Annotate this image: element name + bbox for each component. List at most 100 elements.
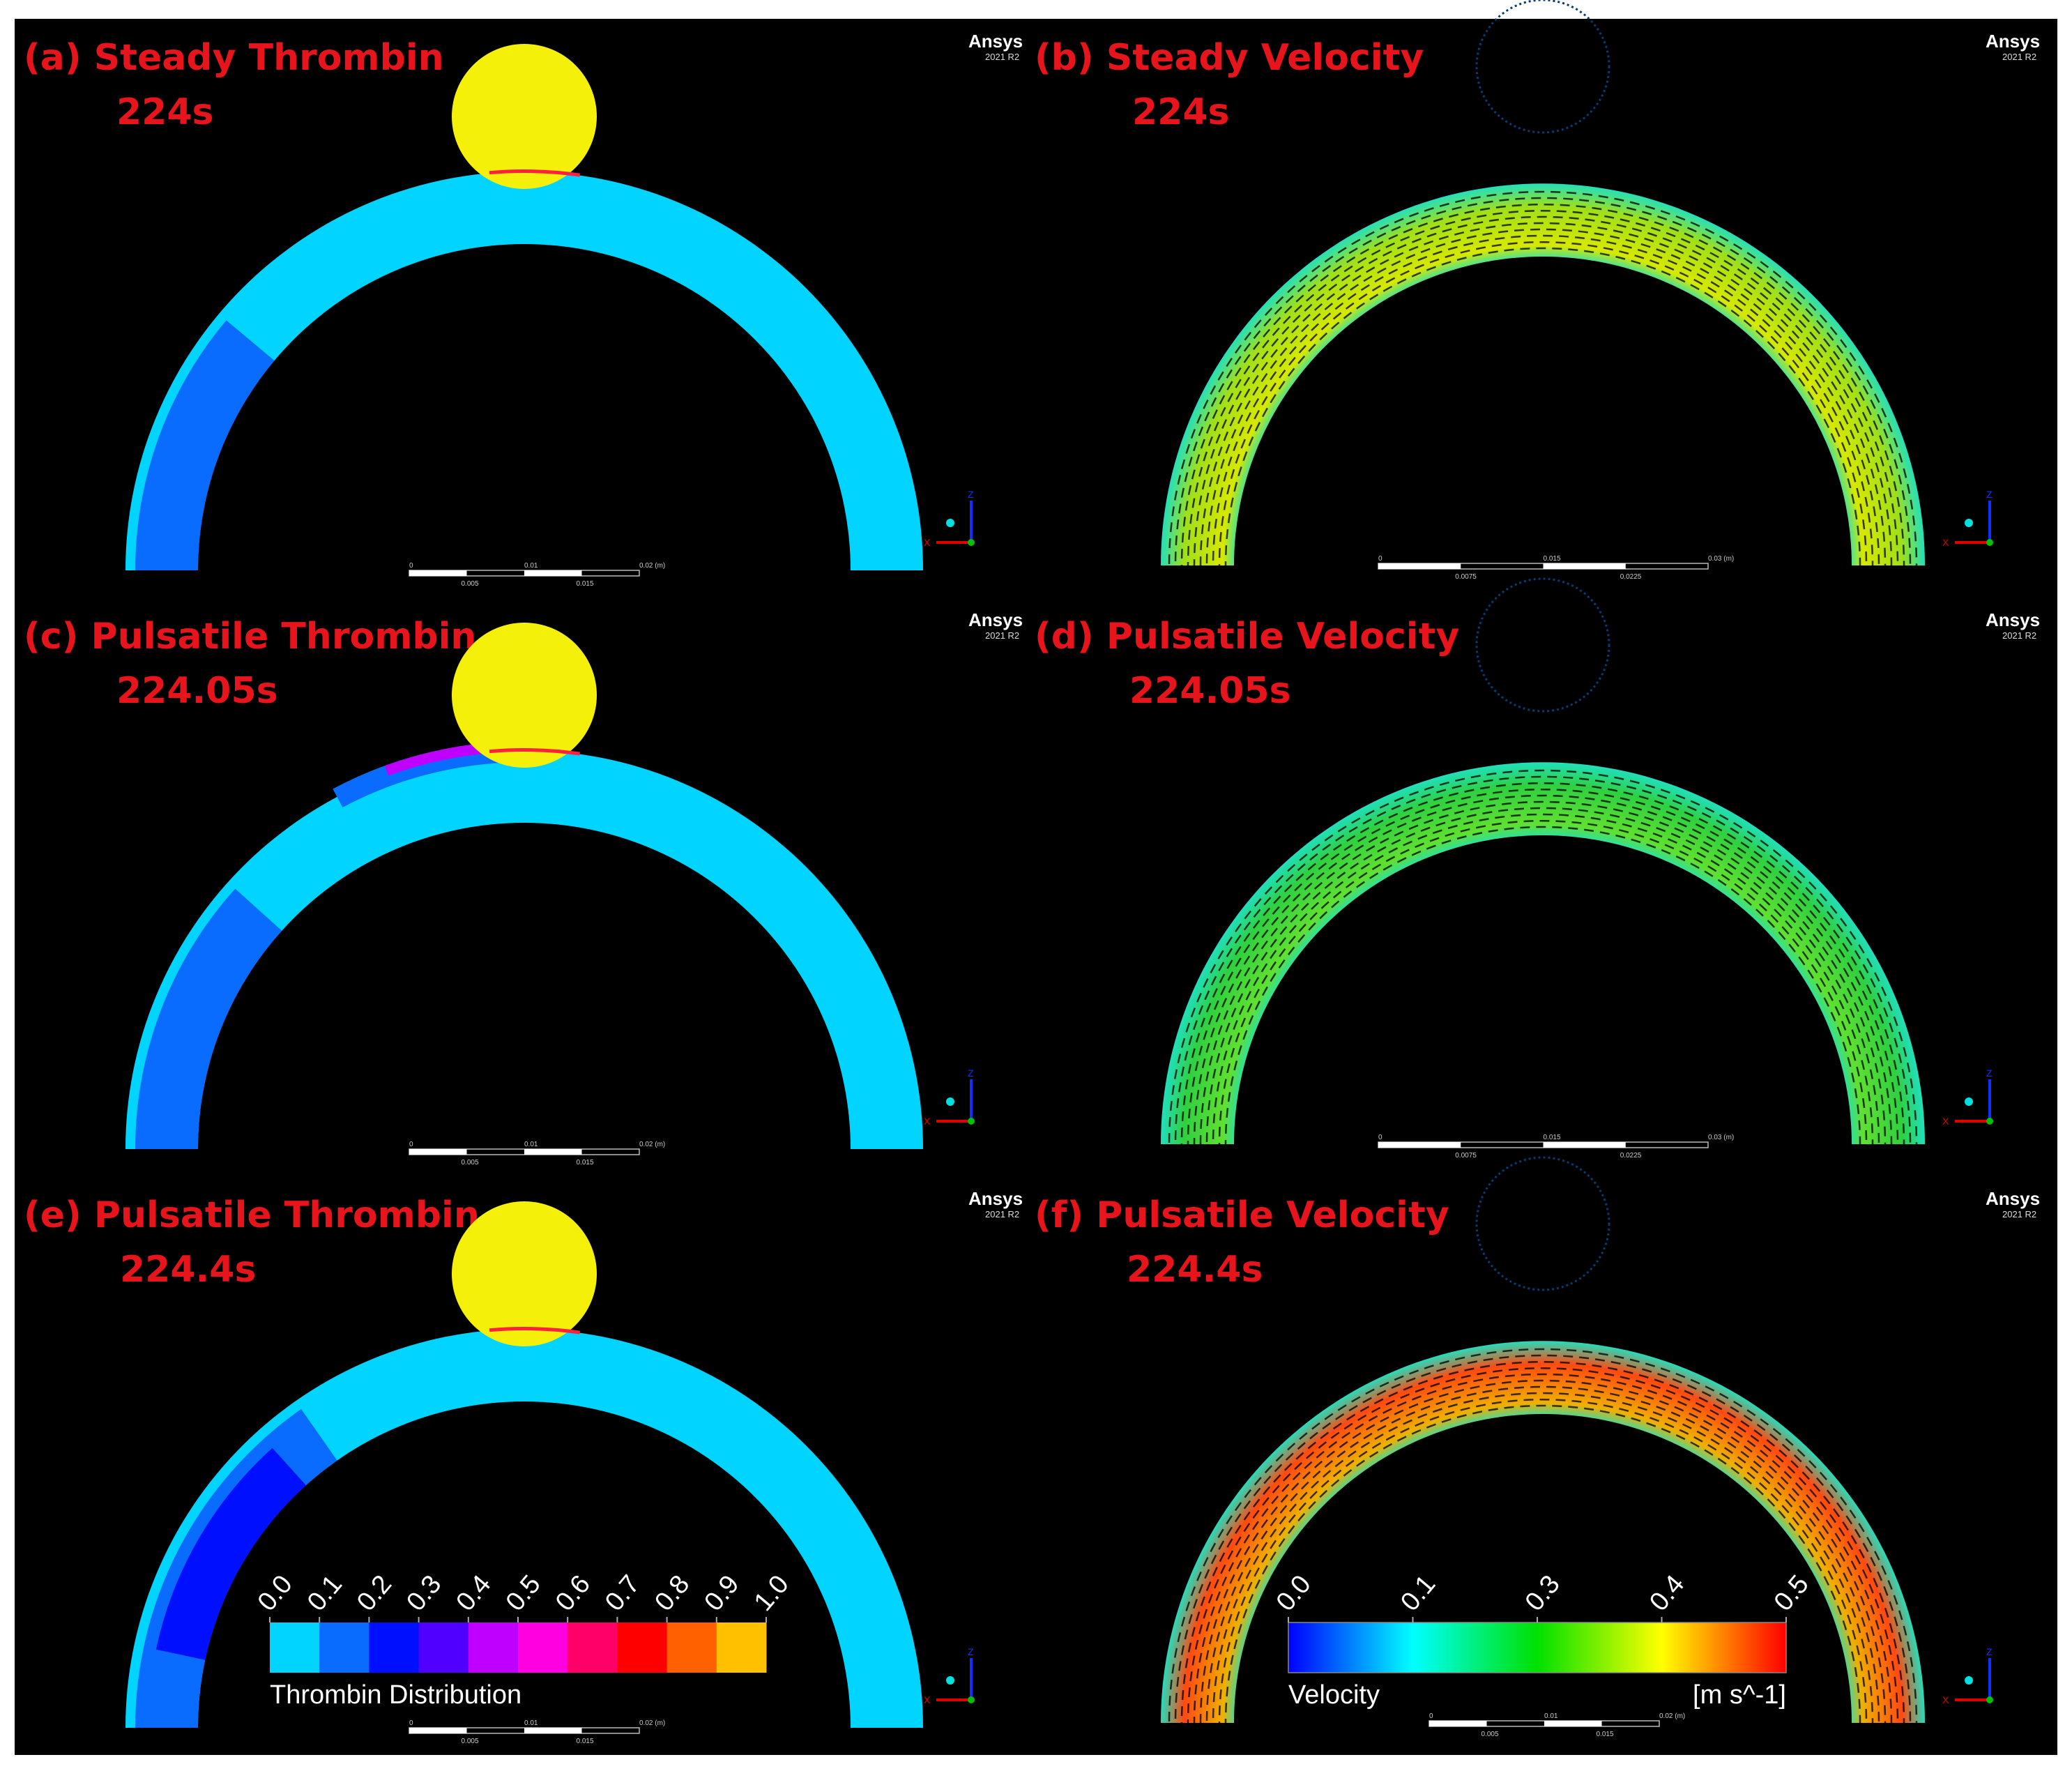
scale-bar-label: 0.03 (m): [1708, 1134, 1734, 1141]
view-center-dot: [946, 1097, 954, 1106]
scale-bar-segment: [409, 570, 467, 576]
scale-bar-label: 0.015: [577, 580, 594, 588]
scale-bar-label: 0.015: [1597, 1731, 1614, 1738]
legend-color-band: [369, 1622, 420, 1673]
x-axis-label: X: [924, 537, 931, 548]
z-axis-label: Z: [968, 1067, 974, 1079]
scale-bar-label: 0: [1378, 1134, 1382, 1141]
scale-bar-label: 0.02 (m): [639, 562, 665, 570]
z-axis-label: Z: [968, 1646, 974, 1657]
panel-title: (e) Pulsatile Thrombin: [24, 1194, 480, 1236]
y-axis-dot: [1986, 1118, 1993, 1125]
legend-color-band: [567, 1622, 618, 1673]
view-center-dot: [1965, 1676, 1973, 1685]
z-axis-label: Z: [1986, 1646, 1993, 1657]
ansys-version: 2021 R2: [985, 630, 1019, 641]
scale-bar-segment: [524, 1149, 582, 1155]
z-axis-label: Z: [1986, 489, 1993, 500]
panel-time: 224.4s: [1127, 1249, 1263, 1291]
legend-color-band: [518, 1622, 568, 1673]
legend-color-band: [418, 1622, 469, 1673]
ansys-logo: Ansys: [1986, 31, 2040, 52]
scale-bar-label: 0.02 (m): [639, 1719, 665, 1727]
ansys-version: 2021 R2: [2002, 52, 2036, 62]
x-axis-label: X: [1942, 537, 1949, 548]
scale-bar-segment: [1543, 563, 1626, 569]
z-axis-label: Z: [1986, 1067, 1993, 1079]
panel-title: (f) Pulsatile Velocity: [1035, 1194, 1449, 1236]
legend-unit: [m s^-1]: [1693, 1680, 1786, 1710]
panel-title: (d) Pulsatile Velocity: [1035, 616, 1459, 658]
scale-bar-label: 0.015: [1544, 1134, 1561, 1141]
scale-bar-segment: [1543, 1142, 1626, 1148]
legend-title: Thrombin Distribution: [270, 1680, 521, 1710]
scale-bar-label: 0.005: [462, 580, 479, 588]
scale-bar-label: 0.03 (m): [1708, 555, 1734, 563]
scale-bar-label: 0.0075: [1455, 573, 1477, 581]
scale-bar-label: 0: [409, 1141, 413, 1148]
scale-bar-segment: [409, 1728, 467, 1733]
scale-bar-label: 0: [409, 562, 413, 570]
ansys-logo: Ansys: [1986, 1188, 2040, 1209]
legend-color-band: [270, 1622, 320, 1673]
legend-color-band: [617, 1622, 668, 1673]
scale-bar-label: 0.005: [1481, 1731, 1499, 1738]
scale-bar-segment: [409, 1149, 467, 1155]
scale-bar-segment: [1378, 563, 1461, 569]
scale-bar-label: 0.02 (m): [639, 1141, 665, 1148]
panel-time: 224.4s: [120, 1249, 256, 1291]
ansys-logo: Ansys: [968, 31, 1023, 52]
z-axis-label: Z: [968, 489, 974, 500]
ansys-logo: Ansys: [1986, 609, 2040, 630]
view-center-dot: [1965, 1097, 1973, 1106]
scale-bar-label: 0.01: [1544, 1712, 1558, 1720]
x-axis-label: X: [1942, 1694, 1949, 1705]
scale-bar-label: 0: [1378, 555, 1382, 563]
scale-bar-segment: [524, 1728, 582, 1733]
ansys-logo: Ansys: [968, 609, 1023, 630]
scale-bar-segment: [1429, 1721, 1487, 1726]
panel-title: (b) Steady Velocity: [1035, 37, 1424, 79]
x-axis-label: X: [1942, 1116, 1949, 1127]
legend-color-band: [666, 1622, 717, 1673]
view-center-dot: [946, 519, 954, 527]
scale-bar-label: 0.02 (m): [1659, 1712, 1685, 1720]
x-axis-label: X: [924, 1694, 931, 1705]
scale-bar-label: 0.01: [524, 1141, 538, 1148]
y-axis-dot: [1986, 539, 1993, 546]
y-axis-dot: [968, 1696, 975, 1703]
panel-title: (c) Pulsatile Thrombin: [24, 616, 476, 658]
scale-bar-label: 0.0225: [1620, 1152, 1642, 1160]
scale-bar-segment: [524, 570, 582, 576]
scale-bar-label: 0.0075: [1455, 1152, 1477, 1160]
x-axis-label: X: [924, 1116, 931, 1127]
panel-time: 224.05s: [116, 670, 278, 712]
scale-bar-label: 0.015: [577, 1159, 594, 1166]
figure: (a) Steady Thrombin224sAnsys2021 R20 0.01…: [15, 0, 2057, 1755]
scale-bar-segment: [1544, 1721, 1602, 1726]
ansys-version: 2021 R2: [2002, 1209, 2036, 1219]
ansys-logo: Ansys: [968, 1188, 1023, 1209]
scale-bar-label: 0.005: [462, 1159, 479, 1166]
scale-bar-segment: [1378, 1142, 1461, 1148]
legend-color-ramp: [1288, 1622, 1787, 1673]
panel-time: 224s: [1132, 91, 1230, 133]
legend-color-band: [468, 1622, 519, 1673]
clot-sphere: [452, 623, 597, 768]
scale-bar-label: 0.0225: [1620, 573, 1642, 581]
clot-sphere: [452, 1201, 597, 1346]
clot-sphere: [452, 44, 597, 189]
scale-bar-label: 0.015: [577, 1738, 594, 1745]
y-axis-dot: [1986, 1696, 1993, 1703]
legend-title: Velocity: [1288, 1680, 1380, 1710]
view-center-dot: [946, 1676, 954, 1685]
y-axis-dot: [968, 1118, 975, 1125]
scale-bar-label: 0: [409, 1719, 413, 1727]
ansys-version: 2021 R2: [985, 1209, 1019, 1219]
ansys-version: 2021 R2: [985, 52, 1019, 62]
view-center-dot: [1965, 519, 1973, 527]
scale-bar-label: 0.01: [524, 562, 538, 570]
ansys-version: 2021 R2: [2002, 630, 2036, 641]
scale-bar-label: 0.005: [462, 1738, 479, 1745]
legend-color-band: [716, 1622, 767, 1673]
